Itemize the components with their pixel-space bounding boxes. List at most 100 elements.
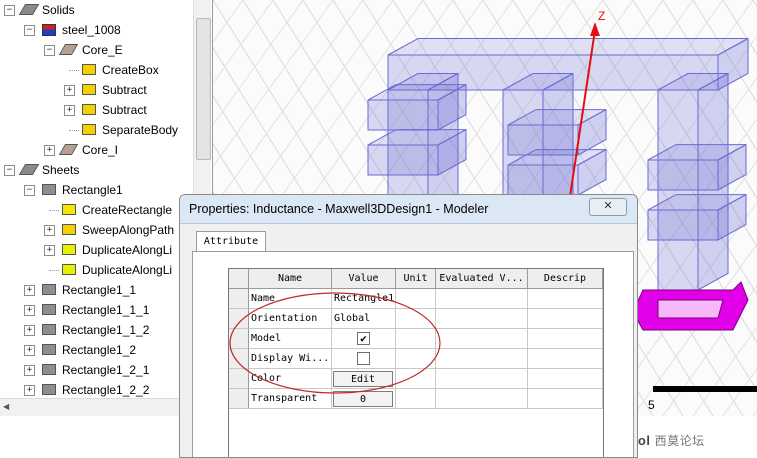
empty-cell bbox=[528, 389, 603, 409]
coil-turn bbox=[647, 209, 719, 241]
tree-horizontal-scrollbar[interactable]: ◀▶ bbox=[0, 398, 193, 416]
scroll-left-icon[interactable]: ◀ bbox=[3, 402, 9, 411]
expand-icon[interactable]: + bbox=[44, 225, 55, 236]
empty-cell bbox=[436, 329, 528, 349]
sweep-icon bbox=[62, 224, 76, 235]
sheets-folder-icon bbox=[18, 164, 40, 175]
tree-node[interactable]: − Core_E bbox=[0, 40, 192, 60]
empty-cell bbox=[436, 289, 528, 309]
empty-cell bbox=[436, 389, 528, 409]
empty-cell bbox=[436, 349, 528, 369]
expand-icon[interactable]: + bbox=[44, 245, 55, 256]
core-e-body bbox=[387, 38, 749, 56]
empty-cell bbox=[528, 349, 603, 369]
tree-connector bbox=[69, 70, 79, 71]
duplicate-icon bbox=[62, 264, 76, 275]
expand-icon[interactable]: + bbox=[64, 85, 75, 96]
tree-node-label: Core_E bbox=[82, 43, 123, 57]
tree-connector bbox=[69, 130, 79, 131]
tree-node-label: CreateBox bbox=[102, 63, 159, 77]
tree-node[interactable]: + Rectangle1_1_1 bbox=[0, 300, 192, 320]
close-button[interactable]: ✕ bbox=[589, 198, 627, 216]
collapse-icon[interactable]: − bbox=[44, 45, 55, 56]
tree-node-label: Rectangle1_2_2 bbox=[62, 383, 150, 397]
sheet-icon bbox=[42, 184, 56, 195]
collapse-icon[interactable]: − bbox=[4, 165, 15, 176]
tree-node[interactable]: + Rectangle1_1_2 bbox=[0, 320, 192, 340]
tree-node[interactable]: DuplicateAlongLi bbox=[0, 260, 192, 280]
tree-node-label: SeparateBody bbox=[102, 123, 179, 137]
expand-icon[interactable]: + bbox=[24, 345, 35, 356]
tree-node-label: Core_I bbox=[82, 143, 119, 157]
tree-node-label: Rectangle1_2_1 bbox=[62, 363, 150, 377]
tree-node[interactable]: − Solids bbox=[0, 0, 192, 20]
expand-icon[interactable]: + bbox=[44, 145, 55, 156]
solid-object-icon bbox=[58, 144, 79, 155]
create-rectangle-icon bbox=[62, 204, 76, 215]
expand-icon[interactable]: + bbox=[24, 385, 35, 396]
tree-node[interactable]: SeparateBody bbox=[0, 120, 192, 140]
sheet-icon bbox=[42, 384, 56, 395]
tree-connector bbox=[49, 210, 59, 211]
tree-node[interactable]: + Subtract bbox=[0, 80, 192, 100]
tree-node-label: DuplicateAlongLi bbox=[82, 243, 173, 257]
tree-node[interactable]: + Subtract bbox=[0, 100, 192, 120]
separate-body-icon bbox=[82, 124, 96, 135]
empty-cell bbox=[436, 309, 528, 329]
collapse-icon[interactable]: − bbox=[24, 185, 35, 196]
watermark-cn: 西莫论坛 bbox=[654, 434, 705, 448]
expand-icon[interactable]: + bbox=[64, 105, 75, 116]
annotation-ellipse bbox=[229, 292, 441, 394]
subtract-icon bbox=[82, 104, 96, 115]
column-header[interactable]: Evaluated V... bbox=[436, 269, 528, 289]
tree-node[interactable]: + SweepAlongPath bbox=[0, 220, 192, 240]
tree-node[interactable]: − steel_1008 bbox=[0, 20, 192, 40]
tree-node[interactable]: + Rectangle1_2_2 bbox=[0, 380, 192, 400]
tree-node-label: steel_1008 bbox=[62, 23, 121, 37]
tree-node-label: Subtract bbox=[102, 83, 147, 97]
tree-node-label: Rectangle1 bbox=[62, 183, 123, 197]
tree-scroll-thumb[interactable] bbox=[196, 18, 211, 160]
tree-node-label: CreateRectangle bbox=[82, 203, 173, 217]
scale-label: 5 bbox=[648, 398, 655, 412]
sheet-icon bbox=[42, 344, 56, 355]
tree-node-label: Rectangle1_1_2 bbox=[62, 323, 150, 337]
tree-node[interactable]: CreateBox bbox=[0, 60, 192, 80]
collapse-icon[interactable]: − bbox=[4, 5, 15, 16]
duplicate-icon bbox=[62, 244, 76, 255]
tree-node[interactable]: − Rectangle1 bbox=[0, 180, 192, 200]
subtract-icon bbox=[82, 84, 96, 95]
tree-node-label: Sheets bbox=[42, 163, 80, 177]
empty-cell bbox=[528, 329, 603, 349]
expand-icon[interactable]: + bbox=[24, 325, 35, 336]
tree-node[interactable]: + Rectangle1_2_1 bbox=[0, 360, 192, 380]
selected-rectangle-inner bbox=[657, 299, 724, 319]
solid-object-icon bbox=[58, 44, 79, 55]
tree-node[interactable]: + Rectangle1_1 bbox=[0, 280, 192, 300]
tab-attribute[interactable]: Attribute bbox=[196, 231, 266, 252]
expand-icon[interactable]: + bbox=[24, 305, 35, 316]
expand-icon[interactable]: + bbox=[24, 365, 35, 376]
tree-node[interactable]: + Rectangle1_2 bbox=[0, 340, 192, 360]
collapse-icon[interactable]: − bbox=[24, 25, 35, 36]
column-header[interactable]: Descrip bbox=[528, 269, 603, 289]
coil-turn bbox=[647, 159, 719, 191]
tree-node[interactable]: − Sheets bbox=[0, 160, 192, 180]
tree-node[interactable]: + Core_I bbox=[0, 140, 192, 160]
dialog-title-bar[interactable]: Properties: Inductance - Maxwell3DDesign… bbox=[180, 195, 637, 224]
tree-node-label: Solids bbox=[42, 3, 75, 17]
tree-node-label: Rectangle1_1_1 bbox=[62, 303, 150, 317]
expand-icon[interactable]: + bbox=[24, 285, 35, 296]
empty-cell bbox=[528, 309, 603, 329]
empty-cell bbox=[528, 369, 603, 389]
sheet-icon bbox=[42, 284, 56, 295]
coil-turn bbox=[367, 144, 439, 176]
tree-node[interactable]: + DuplicateAlongLi bbox=[0, 240, 192, 260]
sheet-icon bbox=[42, 304, 56, 315]
empty-cell bbox=[436, 369, 528, 389]
tree-node-label: Rectangle1_2 bbox=[62, 343, 137, 357]
tree-node-label: DuplicateAlongLi bbox=[82, 263, 173, 277]
tree-node-label: Subtract bbox=[102, 103, 147, 117]
tree-node[interactable]: CreateRectangle bbox=[0, 200, 192, 220]
properties-dialog: Properties: Inductance - Maxwell3DDesign… bbox=[179, 194, 638, 458]
